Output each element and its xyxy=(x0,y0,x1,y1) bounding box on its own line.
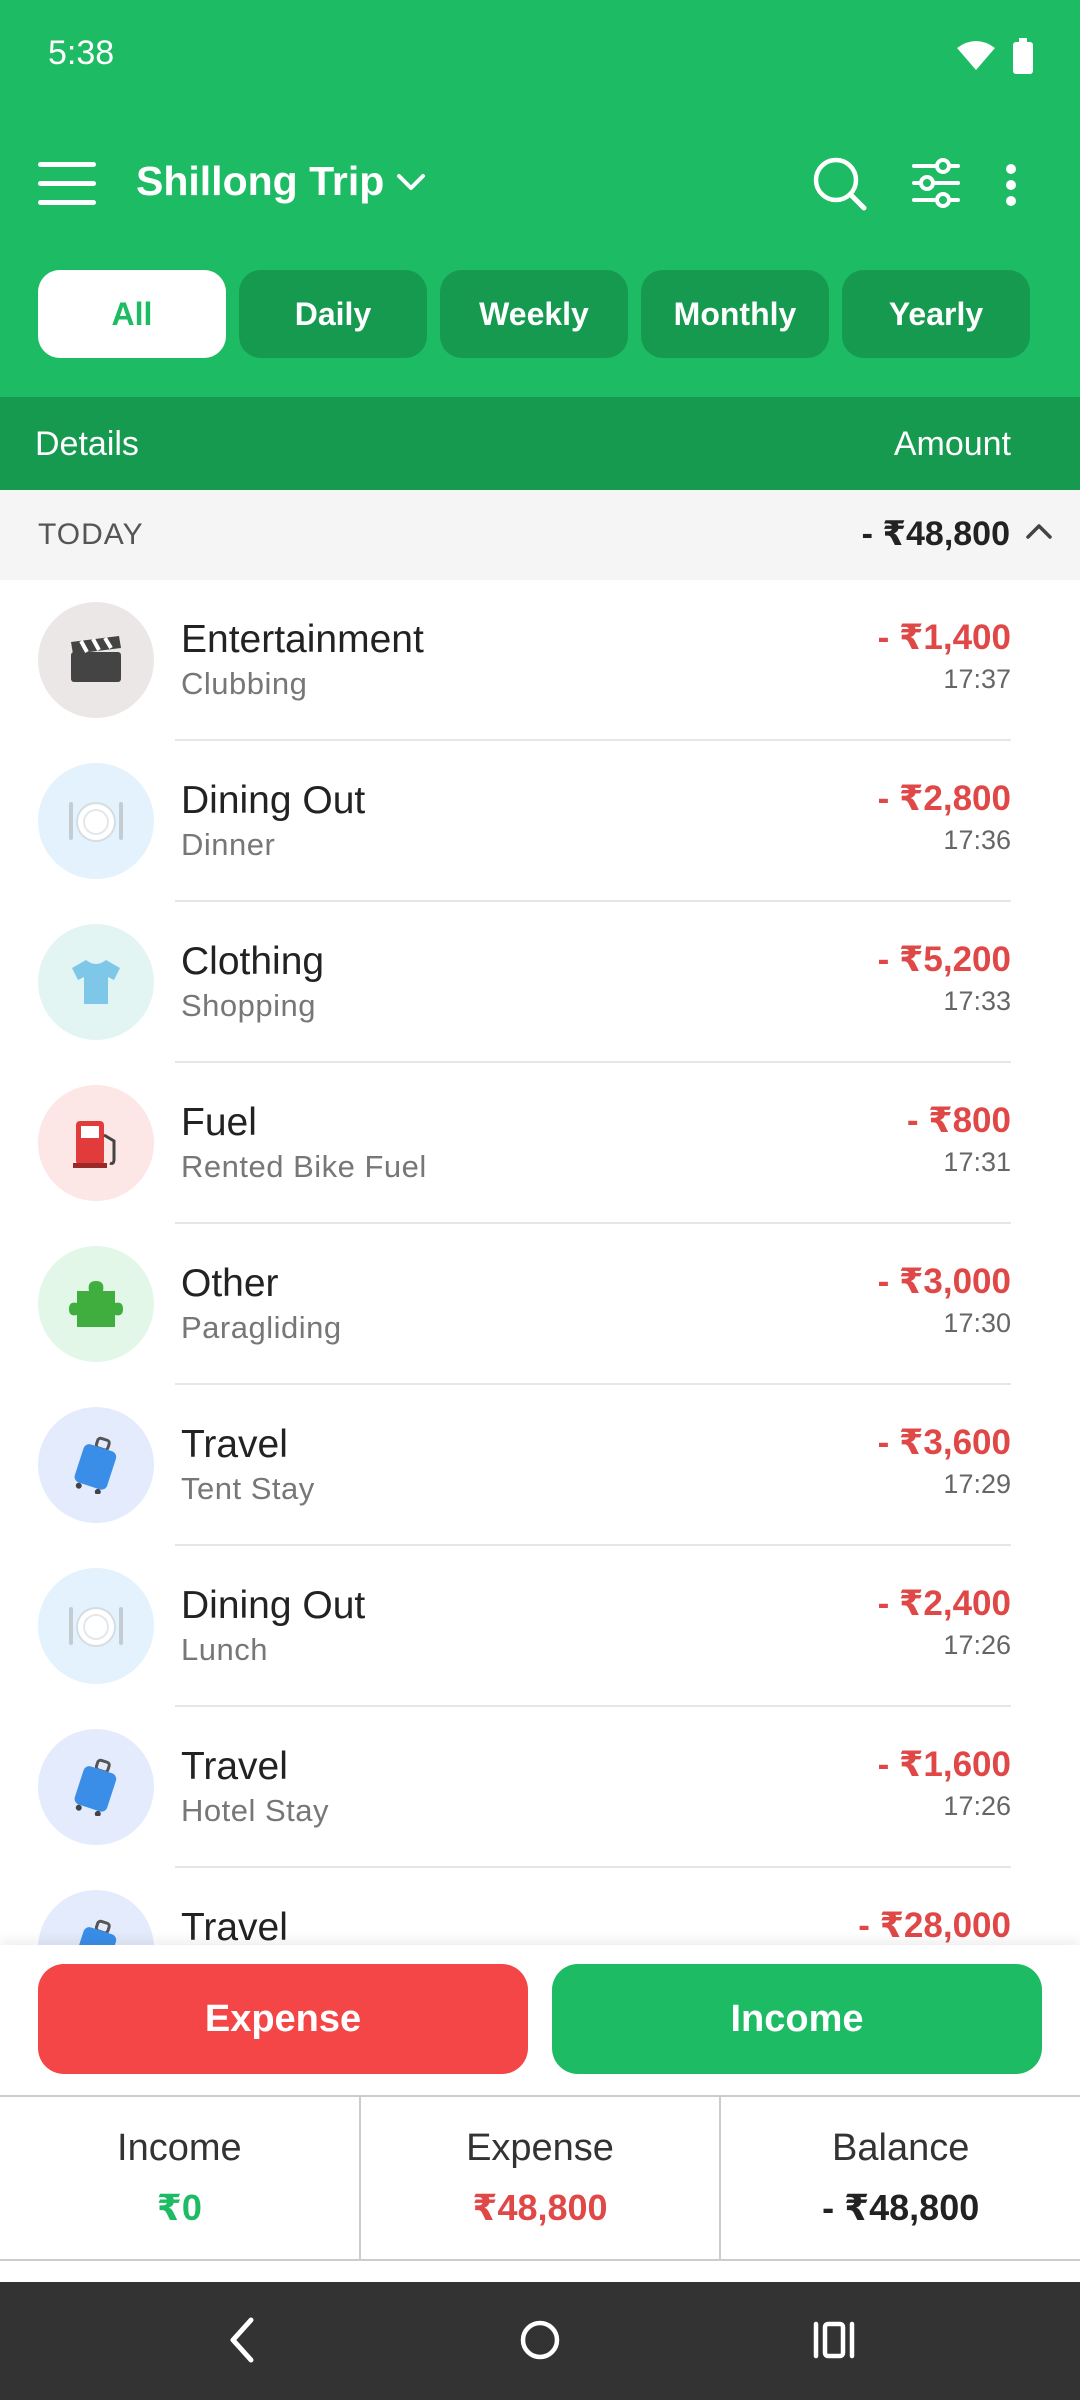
transaction-row[interactable]: Entertainment Clubbing - ₹1,400 17:37 xyxy=(0,580,1080,741)
transaction-time: 17:33 xyxy=(943,986,1011,1016)
transaction-time: 17:26 xyxy=(943,1791,1011,1821)
toolbar: Shillong Trip xyxy=(0,140,1080,228)
transaction-row[interactable]: Travel - ₹28,000 xyxy=(0,1868,1080,1945)
plate-cutlery-icon xyxy=(38,763,154,879)
transaction-category: Travel xyxy=(181,1745,288,1788)
fuel-pump-icon xyxy=(38,1085,154,1201)
transaction-time: 17:26 xyxy=(943,1630,1011,1660)
transaction-category: Dining Out xyxy=(181,779,366,822)
tab-all[interactable]: All xyxy=(38,270,226,358)
transaction-time: 17:37 xyxy=(943,664,1011,694)
transaction-row[interactable]: Travel Hotel Stay - ₹1,600 17:26 xyxy=(0,1707,1080,1868)
transaction-amount: - ₹5,200 xyxy=(877,940,1011,979)
transaction-category: Travel xyxy=(181,1423,288,1466)
puzzle-icon xyxy=(38,1246,154,1362)
home-icon[interactable] xyxy=(518,2312,562,2368)
tab-yearly[interactable]: Yearly xyxy=(842,270,1030,358)
clapperboard-icon xyxy=(38,602,154,718)
status-time: 5:38 xyxy=(48,34,115,72)
group-total: - ₹48,800 xyxy=(861,515,1010,553)
date-group-header[interactable]: TODAY - ₹48,800 xyxy=(0,490,1080,580)
transaction-list[interactable]: Entertainment Clubbing - ₹1,400 17:37 Di… xyxy=(0,580,1080,1945)
column-header: Details Amount xyxy=(0,397,1080,490)
filter-sliders-icon[interactable] xyxy=(912,158,960,208)
transaction-row[interactable]: Clothing Shopping - ₹5,200 17:33 xyxy=(0,902,1080,1063)
transaction-amount: - ₹3,600 xyxy=(877,1423,1011,1462)
suitcase-icon xyxy=(38,1729,154,1845)
back-icon[interactable] xyxy=(225,2312,259,2368)
page-title: Shillong Trip xyxy=(136,158,385,204)
transaction-amount: - ₹3,000 xyxy=(877,1262,1011,1301)
period-tabs: All Daily Weekly Monthly Yearly xyxy=(38,270,1030,358)
expense-value: ₹48,800 xyxy=(472,2187,608,2228)
tab-daily[interactable]: Daily xyxy=(239,270,427,358)
transaction-note: Tent Stay xyxy=(181,1471,315,1506)
transaction-row[interactable]: Fuel Rented Bike Fuel - ₹800 17:31 xyxy=(0,1063,1080,1224)
tab-weekly[interactable]: Weekly xyxy=(440,270,628,358)
system-nav-bar xyxy=(0,2282,1080,2400)
transaction-note: Clubbing xyxy=(181,666,308,701)
battery-icon xyxy=(1013,38,1033,74)
transaction-time: 17:29 xyxy=(943,1469,1011,1499)
transaction-amount: - ₹28,000 xyxy=(858,1906,1011,1945)
transaction-amount: - ₹800 xyxy=(906,1101,1011,1140)
transaction-row[interactable]: Travel Tent Stay - ₹3,600 17:29 xyxy=(0,1385,1080,1546)
tshirt-icon xyxy=(38,924,154,1040)
book-selector[interactable]: Shillong Trip xyxy=(136,158,426,205)
transaction-row[interactable]: Dining Out Lunch - ₹2,400 17:26 xyxy=(0,1546,1080,1707)
transaction-row[interactable]: Dining Out Dinner - ₹2,800 17:36 xyxy=(0,741,1080,902)
tab-monthly[interactable]: Monthly xyxy=(641,270,829,358)
plate-cutlery-icon xyxy=(38,1568,154,1684)
action-bar: Expense Income xyxy=(0,1945,1080,2095)
suitcase-icon xyxy=(38,1890,154,1945)
transaction-note: Rented Bike Fuel xyxy=(181,1149,427,1184)
transaction-category: Entertainment xyxy=(181,618,424,661)
group-date-label: TODAY xyxy=(38,518,144,551)
transaction-amount: - ₹1,400 xyxy=(877,618,1011,657)
transaction-category: Other xyxy=(181,1262,279,1305)
transaction-note: Lunch xyxy=(181,1632,268,1667)
transaction-amount: - ₹2,800 xyxy=(877,779,1011,818)
suitcase-icon xyxy=(38,1407,154,1523)
status-bar: 5:38 xyxy=(0,0,1080,110)
transaction-note: Paragliding xyxy=(181,1310,342,1345)
chevron-down-icon xyxy=(397,173,426,190)
add-income-button[interactable]: Income xyxy=(552,1964,1042,2074)
add-expense-button[interactable]: Expense xyxy=(38,1964,528,2074)
transaction-amount: - ₹2,400 xyxy=(877,1584,1011,1623)
amount-column-label: Amount xyxy=(893,425,1011,463)
transaction-time: 17:36 xyxy=(943,825,1011,855)
transaction-note: Shopping xyxy=(181,988,317,1023)
status-icons xyxy=(956,38,1034,74)
transaction-note: Hotel Stay xyxy=(181,1793,330,1828)
summary-income: Income ₹0 xyxy=(0,2097,361,2259)
transaction-time: 17:30 xyxy=(943,1308,1011,1338)
expense-label: Expense xyxy=(466,2127,614,2169)
transaction-category: Travel xyxy=(181,1906,288,1945)
transaction-row[interactable]: Other Paragliding - ₹3,000 17:30 xyxy=(0,1224,1080,1385)
menu-icon[interactable] xyxy=(38,162,98,206)
transaction-note: Dinner xyxy=(181,827,276,862)
summary-balance: Balance - ₹48,800 xyxy=(721,2097,1080,2259)
balance-value: - ₹48,800 xyxy=(822,2187,980,2228)
more-vertical-icon[interactable] xyxy=(1003,164,1019,206)
recents-icon[interactable] xyxy=(812,2312,856,2368)
wifi-icon xyxy=(957,41,995,70)
summary-expense: Expense ₹48,800 xyxy=(361,2097,722,2259)
transaction-time: 17:31 xyxy=(943,1147,1011,1177)
app-header: 5:38 Shillong Trip All Daily Weekly Mont… xyxy=(0,0,1080,397)
balance-label: Balance xyxy=(832,2127,970,2169)
summary-bar: Income ₹0 Expense ₹48,800 Balance - ₹48,… xyxy=(0,2095,1080,2261)
transaction-amount: - ₹1,600 xyxy=(877,1745,1011,1784)
transaction-category: Dining Out xyxy=(181,1584,366,1627)
search-icon[interactable] xyxy=(812,156,868,212)
income-label: Income xyxy=(117,2127,242,2169)
income-value: ₹0 xyxy=(156,2187,202,2228)
transaction-category: Clothing xyxy=(181,940,325,983)
details-column-label: Details xyxy=(35,425,139,463)
transaction-category: Fuel xyxy=(181,1101,257,1144)
chevron-up-icon xyxy=(1026,524,1052,539)
